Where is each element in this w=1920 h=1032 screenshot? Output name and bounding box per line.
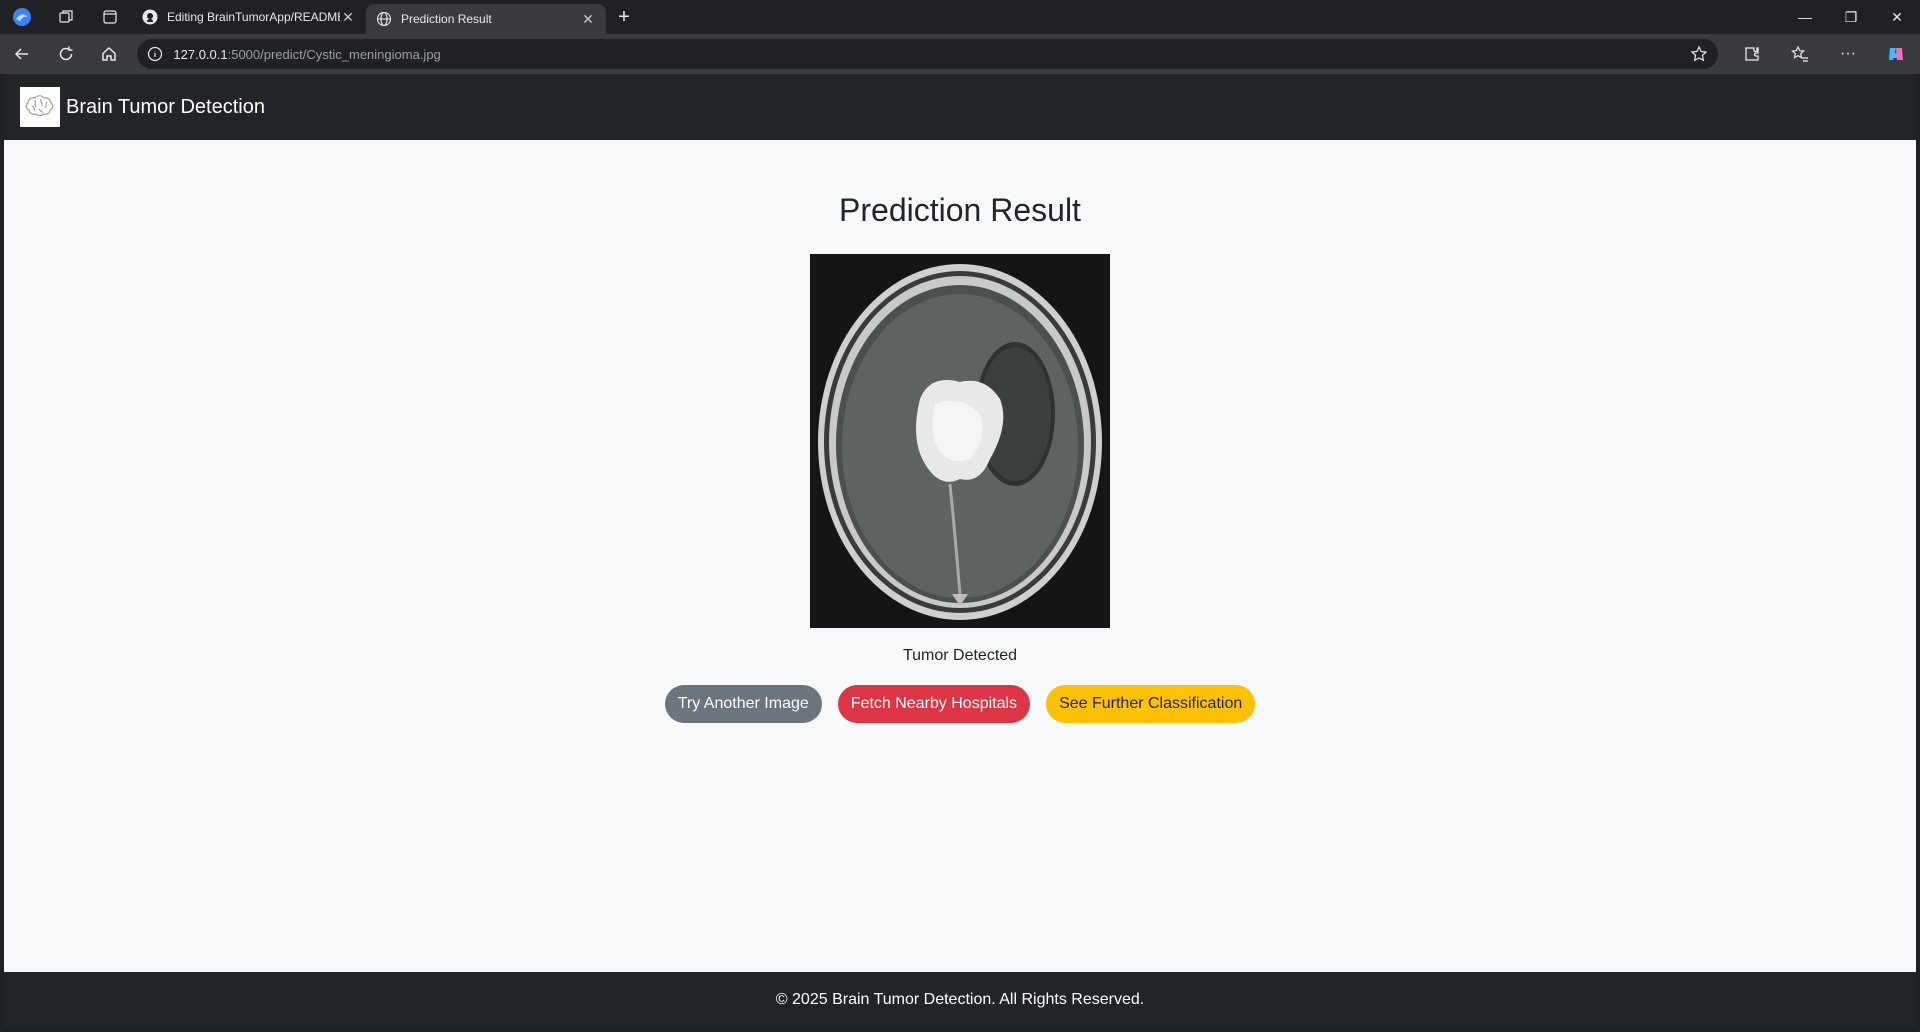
restore-icon[interactable]: ❐ [1828, 0, 1874, 34]
github-icon [142, 9, 158, 25]
prediction-result-text: Tumor Detected [902, 647, 1018, 664]
site-footer: © 2025 Brain Tumor Detection. All Rights… [4, 972, 1916, 1028]
favorite-star-icon[interactable] [1680, 45, 1718, 63]
refresh-icon [59, 46, 73, 61]
site-navbar: Brain Tumor Detection [4, 74, 1916, 140]
page-viewport: Brain Tumor Detection Prediction Result … [4, 74, 1916, 1028]
tab-readme[interactable]: Editing BrainTumorApp/README ✕ [132, 0, 366, 34]
browser-tab-bar: Editing BrainTumorApp/README ✕ Predictio… [0, 0, 1920, 34]
url-path: :5000/predict/Cystic_meningioma.jpg [227, 46, 441, 62]
globe-icon [376, 11, 392, 27]
fetch-nearby-hospitals-button[interactable]: Fetch Nearby Hospitals [837, 685, 1031, 723]
address-bar[interactable]: 127.0.0.1:5000/predict/Cystic_meningioma… [137, 39, 1718, 69]
tab-title: Prediction Result [401, 12, 492, 26]
close-tab-icon[interactable]: ✕ [580, 11, 596, 28]
home-button[interactable] [88, 34, 132, 74]
back-arrow-icon [14, 48, 28, 60]
window-controls: — ❐ ✕ [1782, 0, 1920, 34]
extensions-icon[interactable] [1728, 34, 1776, 74]
action-buttons: Try Another Image Fetch Nearby Hospitals… [4, 685, 1916, 723]
site-info-icon[interactable] [137, 46, 173, 62]
close-window-icon[interactable]: ✕ [1874, 0, 1920, 34]
brain-icon[interactable] [20, 87, 60, 127]
edge-profile-icon[interactable] [0, 0, 44, 34]
home-icon [102, 46, 117, 61]
footer-copyright: © 2025 Brain Tumor Detection. All Rights… [775, 991, 1145, 1008]
refresh-button[interactable] [44, 34, 88, 74]
toolbar-actions: ··· [1728, 34, 1920, 74]
more-options-icon[interactable]: ··· [1824, 34, 1872, 74]
brand-title[interactable]: Brain Tumor Detection [66, 96, 265, 119]
minimize-icon[interactable]: — [1782, 0, 1828, 34]
page-title: Prediction Result [839, 192, 1081, 228]
workspaces-icon[interactable] [44, 0, 88, 34]
browser-toolbar: 127.0.0.1:5000/predict/Cystic_meningioma… [0, 34, 1920, 74]
favorites-icon[interactable] [1776, 34, 1824, 74]
see-further-classification-button[interactable]: See Further Classification [1046, 685, 1256, 723]
mri-scan-image [810, 254, 1110, 628]
new-tab-button[interactable]: + [606, 6, 642, 29]
tab-title: Editing BrainTumorApp/README [167, 10, 340, 24]
close-tab-icon[interactable]: ✕ [340, 9, 356, 26]
main-content: Prediction Result Tumor Detected Try Ano… [4, 188, 1916, 723]
url-host: 127.0.0.1 [173, 46, 228, 62]
try-another-image-button[interactable]: Try Another Image [664, 685, 822, 723]
vertical-tabs-icon[interactable] [88, 0, 132, 34]
tab-prediction-result[interactable]: Prediction Result ✕ [366, 4, 606, 34]
back-button[interactable] [0, 34, 44, 74]
copilot-icon[interactable] [1872, 34, 1920, 74]
